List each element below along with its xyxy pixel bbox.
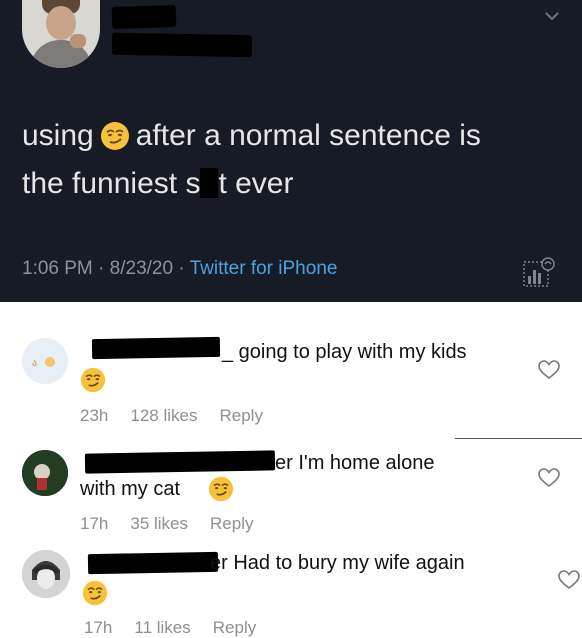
comment-likes[interactable]: 128 likes (130, 406, 197, 425)
heart-icon[interactable] (558, 570, 580, 590)
comment-time: 17h (84, 618, 113, 637)
meta-separator: · (98, 258, 105, 279)
redacted-username (91, 336, 221, 360)
avatar[interactable]: ა (22, 338, 68, 384)
comment-text: er Had to bury my wife again (210, 552, 465, 574)
divider (455, 438, 582, 439)
tweet-text-part: using (22, 119, 94, 152)
comment-likes[interactable]: 11 likes (134, 618, 190, 637)
tweet-meta: 1:06 PM · 8/23/20 · Twitter for iPhone (22, 258, 337, 280)
tweet-date: 8/23/20 (109, 258, 174, 279)
tweet-text-part: t ever (218, 167, 294, 200)
avatar[interactable] (22, 450, 68, 496)
smirk-emoji-icon (100, 122, 129, 150)
comment-text: with my cat (80, 478, 181, 500)
redacted-username (87, 551, 219, 575)
comment-likes[interactable]: 35 likes (130, 514, 188, 533)
comment-time: 23h (80, 406, 109, 425)
smirk-emoji-icon (80, 367, 106, 393)
smirk-emoji-icon (208, 476, 234, 502)
redacted-username (84, 450, 276, 474)
tweet-text: using after a normal sentence is the fun… (22, 112, 562, 208)
smirk-emoji-icon (82, 580, 108, 606)
reply-button[interactable]: Reply (210, 514, 253, 533)
reply-button[interactable]: Reply (213, 618, 256, 637)
redacted-username (111, 32, 253, 58)
comment-time: 17h (80, 514, 109, 533)
avatar[interactable] (22, 550, 70, 598)
svg-text:ა: ა (32, 358, 37, 369)
tweet-text-part: the funniest s (22, 167, 201, 200)
tweet-text-part: after a normal sentence is (135, 119, 481, 152)
reply-button[interactable]: Reply (219, 406, 262, 425)
meta-separator: · (178, 258, 185, 279)
comment-meta: 17h 11 likes Reply (84, 618, 278, 638)
comment-text: er I'm home alone (275, 452, 435, 474)
tweet-time: 1:06 PM (22, 258, 93, 279)
censor-block (200, 168, 219, 198)
heart-icon[interactable] (538, 360, 560, 380)
tweet-author-avatar[interactable] (22, 0, 100, 68)
chevron-down-icon[interactable] (542, 6, 562, 26)
analytics-icon[interactable] (522, 256, 556, 290)
comment-meta: 17h 35 likes Reply (80, 514, 275, 534)
tweet-card: using after a normal sentence is the fun… (0, 0, 582, 302)
redacted-display-name (111, 4, 177, 30)
comment-meta: 23h 128 likes Reply (80, 406, 285, 426)
tweet-source-link[interactable]: Twitter for iPhone (190, 258, 338, 279)
heart-icon[interactable] (538, 468, 560, 488)
comment-text: _ going to play with my kids (222, 341, 467, 363)
